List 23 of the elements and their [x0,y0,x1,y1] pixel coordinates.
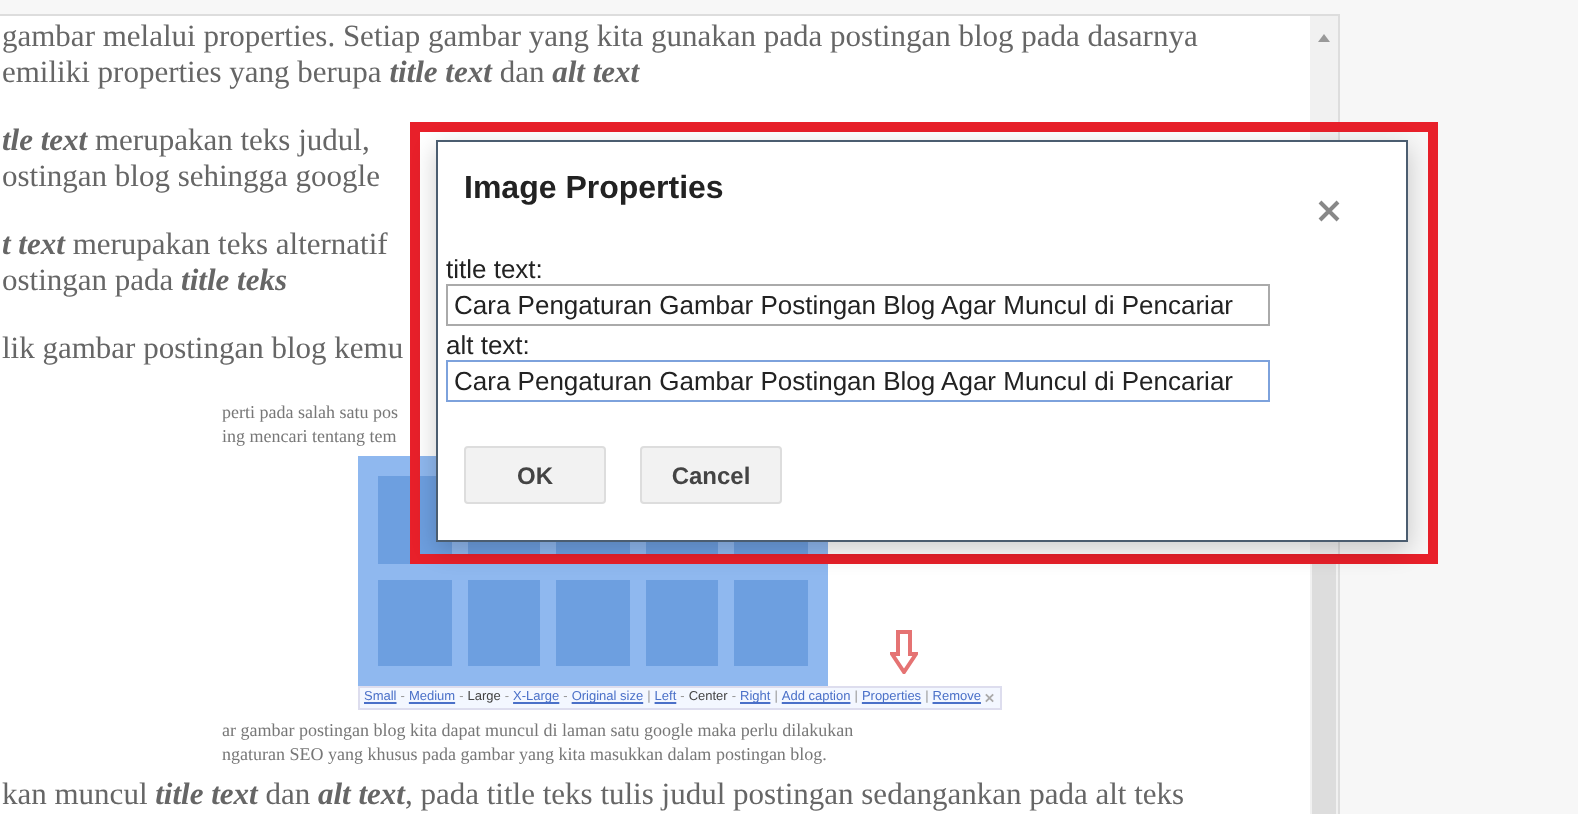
close-icon[interactable] [984,692,996,704]
body-text: t text merupakan teks alternatif [2,228,388,264]
close-icon[interactable] [1318,200,1340,222]
caption-text: perti pada salah satu pos [222,400,398,424]
body-text: lik gambar postingan blog kemu [2,332,404,368]
body-text: tle text merupakan teks judul, [2,124,370,160]
body-text: kan muncul title text dan alt text, pada title teks tulis judul postingan sedangankan pada alt teks [2,778,1185,814]
body-text: emiliki properties yang berupa title text dan alt text [2,56,640,92]
caption-text: ngaturan SEO yang khusus pada gambar yang kita masukkan dalam postingan blog. [222,742,827,766]
caption-text: ing mencari tentang tem [222,424,397,448]
field-label: title text: [446,254,545,284]
text-field[interactable]: Cara Pengaturan Gambar Postingan Blog Agar Muncul di Pencariar [446,360,1270,402]
body-text: ostingan pada title teks [2,264,287,300]
field-label: alt text: [446,330,532,360]
dialog-title: Image Properties [464,172,726,208]
ok-button[interactable]: OK [464,446,606,504]
down-arrow-icon [890,630,918,674]
body-text: gambar melalui properties. Setiap gambar yang kita gunakan pada postingan blog pada dasarnya [2,20,1198,56]
cancel-button[interactable]: Cancel [640,446,782,504]
caption-text: ar gambar postingan blog kita dapat muncul di laman satu google maka perlu dilakukan [222,718,854,742]
text-field[interactable]: Cara Pengaturan Gambar Postingan Blog Agar Muncul di Pencariar [446,284,1270,326]
scroll-up-icon[interactable] [1316,32,1332,44]
body-text: ostingan blog sehingga google [2,160,380,196]
